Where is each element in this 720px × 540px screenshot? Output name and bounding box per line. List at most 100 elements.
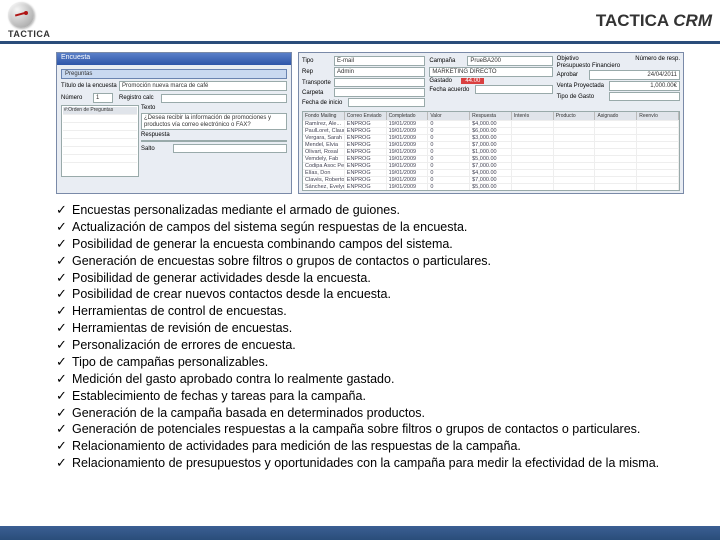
feature-text: Generación de la campaña basada en deter… (72, 405, 425, 422)
window-titlebar: Encuesta (57, 53, 291, 65)
feature-text: Actualización de campos del sistema segú… (72, 219, 467, 236)
feature-text: Encuestas personalizadas mediante el arm… (72, 202, 400, 219)
label-fecha: Fecha de inicio (302, 100, 346, 106)
field-jump (173, 144, 287, 153)
check-icon: ✓ (56, 438, 72, 454)
check-icon: ✓ (56, 455, 72, 471)
label-tipogasto: Tipo de Gasto (557, 94, 607, 100)
feature-item: ✓Relacionamiento de actividades para med… (56, 438, 680, 455)
grid-body: Ramírez, Ale...ENPROG19/01/20090$4,000.0… (303, 120, 679, 190)
campaign-grid: Fondo MailingCorreo EnviadoCompletadoVal… (302, 111, 680, 191)
feature-item: ✓Generación de la campaña basada en dete… (56, 405, 680, 422)
label-aprobar: Aprobar (557, 72, 587, 78)
grid-row: PaulLoret, ClaudiaENPROG19/01/20090$6,00… (303, 127, 679, 134)
check-icon: ✓ (56, 286, 72, 302)
label-regcalc: Registro calc (119, 95, 159, 101)
label-tipo: Tipo (302, 58, 332, 64)
field-regcalc (161, 94, 287, 103)
value-rep: Admin (334, 67, 425, 77)
grid-row: Vergara, SarahENPROG19/01/20090$3,000.00 (303, 134, 679, 141)
grid-col: Valor (428, 112, 470, 120)
page-title: TACTICA CRM (596, 11, 712, 31)
feature-item: ✓Personalización de errores de encuesta. (56, 337, 680, 354)
check-icon: ✓ (56, 202, 72, 218)
check-icon: ✓ (56, 270, 72, 286)
grid-col: Interés (512, 112, 554, 120)
feature-item: ✓Encuestas personalizadas mediante el ar… (56, 202, 680, 219)
feature-text: Herramientas de revisión de encuestas. (72, 320, 292, 337)
check-icon: ✓ (56, 405, 72, 421)
check-icon: ✓ (56, 337, 72, 353)
value-folder: MARKETING DIRECTO (429, 67, 552, 77)
feature-text: Posibilidad de generar actividades desde… (72, 270, 371, 287)
feature-text: Generación de encuestas sobre filtros o … (72, 253, 491, 270)
feature-text: Medición del gasto aprobado contra lo re… (72, 371, 394, 388)
check-icon: ✓ (56, 354, 72, 370)
check-icon: ✓ (56, 303, 72, 319)
label-gastado: Gastado (429, 78, 459, 84)
grid-col: Correo Enviado (345, 112, 387, 120)
check-icon: ✓ (56, 253, 72, 269)
check-icon: ✓ (56, 236, 72, 252)
feature-item: ✓Actualización de campos del sistema seg… (56, 219, 680, 236)
check-icon: ✓ (56, 371, 72, 387)
grid-col: Respuesta (470, 112, 512, 120)
feature-text: Personalización de errores de encuesta. (72, 337, 296, 354)
title-main: TACTICA (596, 11, 673, 30)
grid-header: Fondo MailingCorreo EnviadoCompletadoVal… (303, 112, 679, 120)
feature-item: ✓Posibilidad de generar la encuesta comb… (56, 236, 680, 253)
value-fechaac (475, 85, 552, 94)
value-transporte (334, 78, 425, 87)
label-jump: Salto (141, 146, 171, 152)
label-response: Respuesta (141, 132, 171, 138)
question-list: #:Orden de Preguntas (61, 105, 139, 177)
value-acuerdo: 24/04/2011 (589, 70, 680, 80)
feature-item: ✓Posibilidad de crear nuevos contactos d… (56, 286, 680, 303)
feature-item: ✓Generación de potenciales respuestas a … (56, 421, 680, 438)
feature-item: ✓Herramientas de control de encuestas. (56, 303, 680, 320)
label-transporte: Transporte (302, 80, 332, 86)
field-num: 1 (93, 93, 113, 103)
field-title: Promoción nueva marca de café (119, 81, 287, 91)
label-fechaac: Fecha acuerdo (429, 87, 473, 93)
grid-row: Ramírez, Ale...ENPROG19/01/20090$4,000.0… (303, 120, 679, 127)
value-carpeta (334, 88, 425, 97)
grid-col: Producto (554, 112, 596, 120)
label-carpeta: Carpeta (302, 90, 332, 96)
label-objetivo: Objetivo (557, 56, 587, 62)
feature-text: Relacionamiento de actividades para medi… (72, 438, 521, 455)
grid-row: Clavés, RobertoENPROG19/01/20090$7,000.0… (303, 176, 679, 183)
grid-row: Mendel, ElviaENPROG19/01/20090$7,000.00 (303, 141, 679, 148)
label-venta: Venta Proyectada (557, 83, 607, 89)
feature-item: ✓Medición del gasto aprobado contra lo r… (56, 371, 680, 388)
feature-item: ✓Tipo de campañas personalizables. (56, 354, 680, 371)
label-num: Número (61, 95, 91, 101)
listbox-header: #:Orden de Preguntas (63, 107, 137, 115)
check-icon: ✓ (56, 388, 72, 404)
label-title: Título de la encuesta (61, 83, 117, 89)
label-question: Texto (141, 105, 171, 111)
feature-item: ✓Posibilidad de generar actividades desd… (56, 270, 680, 287)
feature-item: ✓Relacionamiento de presupuestos y oport… (56, 455, 680, 472)
value-gastado: 44.00 (461, 78, 484, 84)
campaign-window: TipoE-mail RepAdmin Transporte Carpeta F… (298, 52, 684, 194)
value-tipo: E-mail (334, 56, 425, 66)
grid-row: Sánchez, EvelynaENPROG19/01/20090$5,000.… (303, 183, 679, 190)
screenshot-area: Encuesta Preguntas Título de la encuesta… (0, 44, 720, 196)
label-numresp: Número de resp. (589, 56, 680, 62)
check-icon: ✓ (56, 219, 72, 235)
grid-col: Completado (387, 112, 429, 120)
grid-col: Asignado (595, 112, 637, 120)
feature-text: Posibilidad de crear nuevos contactos de… (72, 286, 391, 303)
globe-icon (8, 2, 34, 28)
field-question: ¿Desea recibir la información de promoci… (141, 113, 287, 130)
value-tipogasto (609, 92, 680, 101)
feature-item: ✓Establecimiento de fechas y tareas para… (56, 388, 680, 405)
feature-item: ✓Generación de encuestas sobre filtros o… (56, 253, 680, 270)
feature-text: Relacionamiento de presupuestos y oportu… (72, 455, 659, 472)
feature-text: Tipo de campañas personalizables. (72, 354, 268, 371)
field-response (141, 140, 287, 142)
check-icon: ✓ (56, 421, 72, 437)
value-campana: PrueBA200 (467, 56, 552, 66)
label-presfin: Presupuesto Financiero (557, 63, 620, 69)
